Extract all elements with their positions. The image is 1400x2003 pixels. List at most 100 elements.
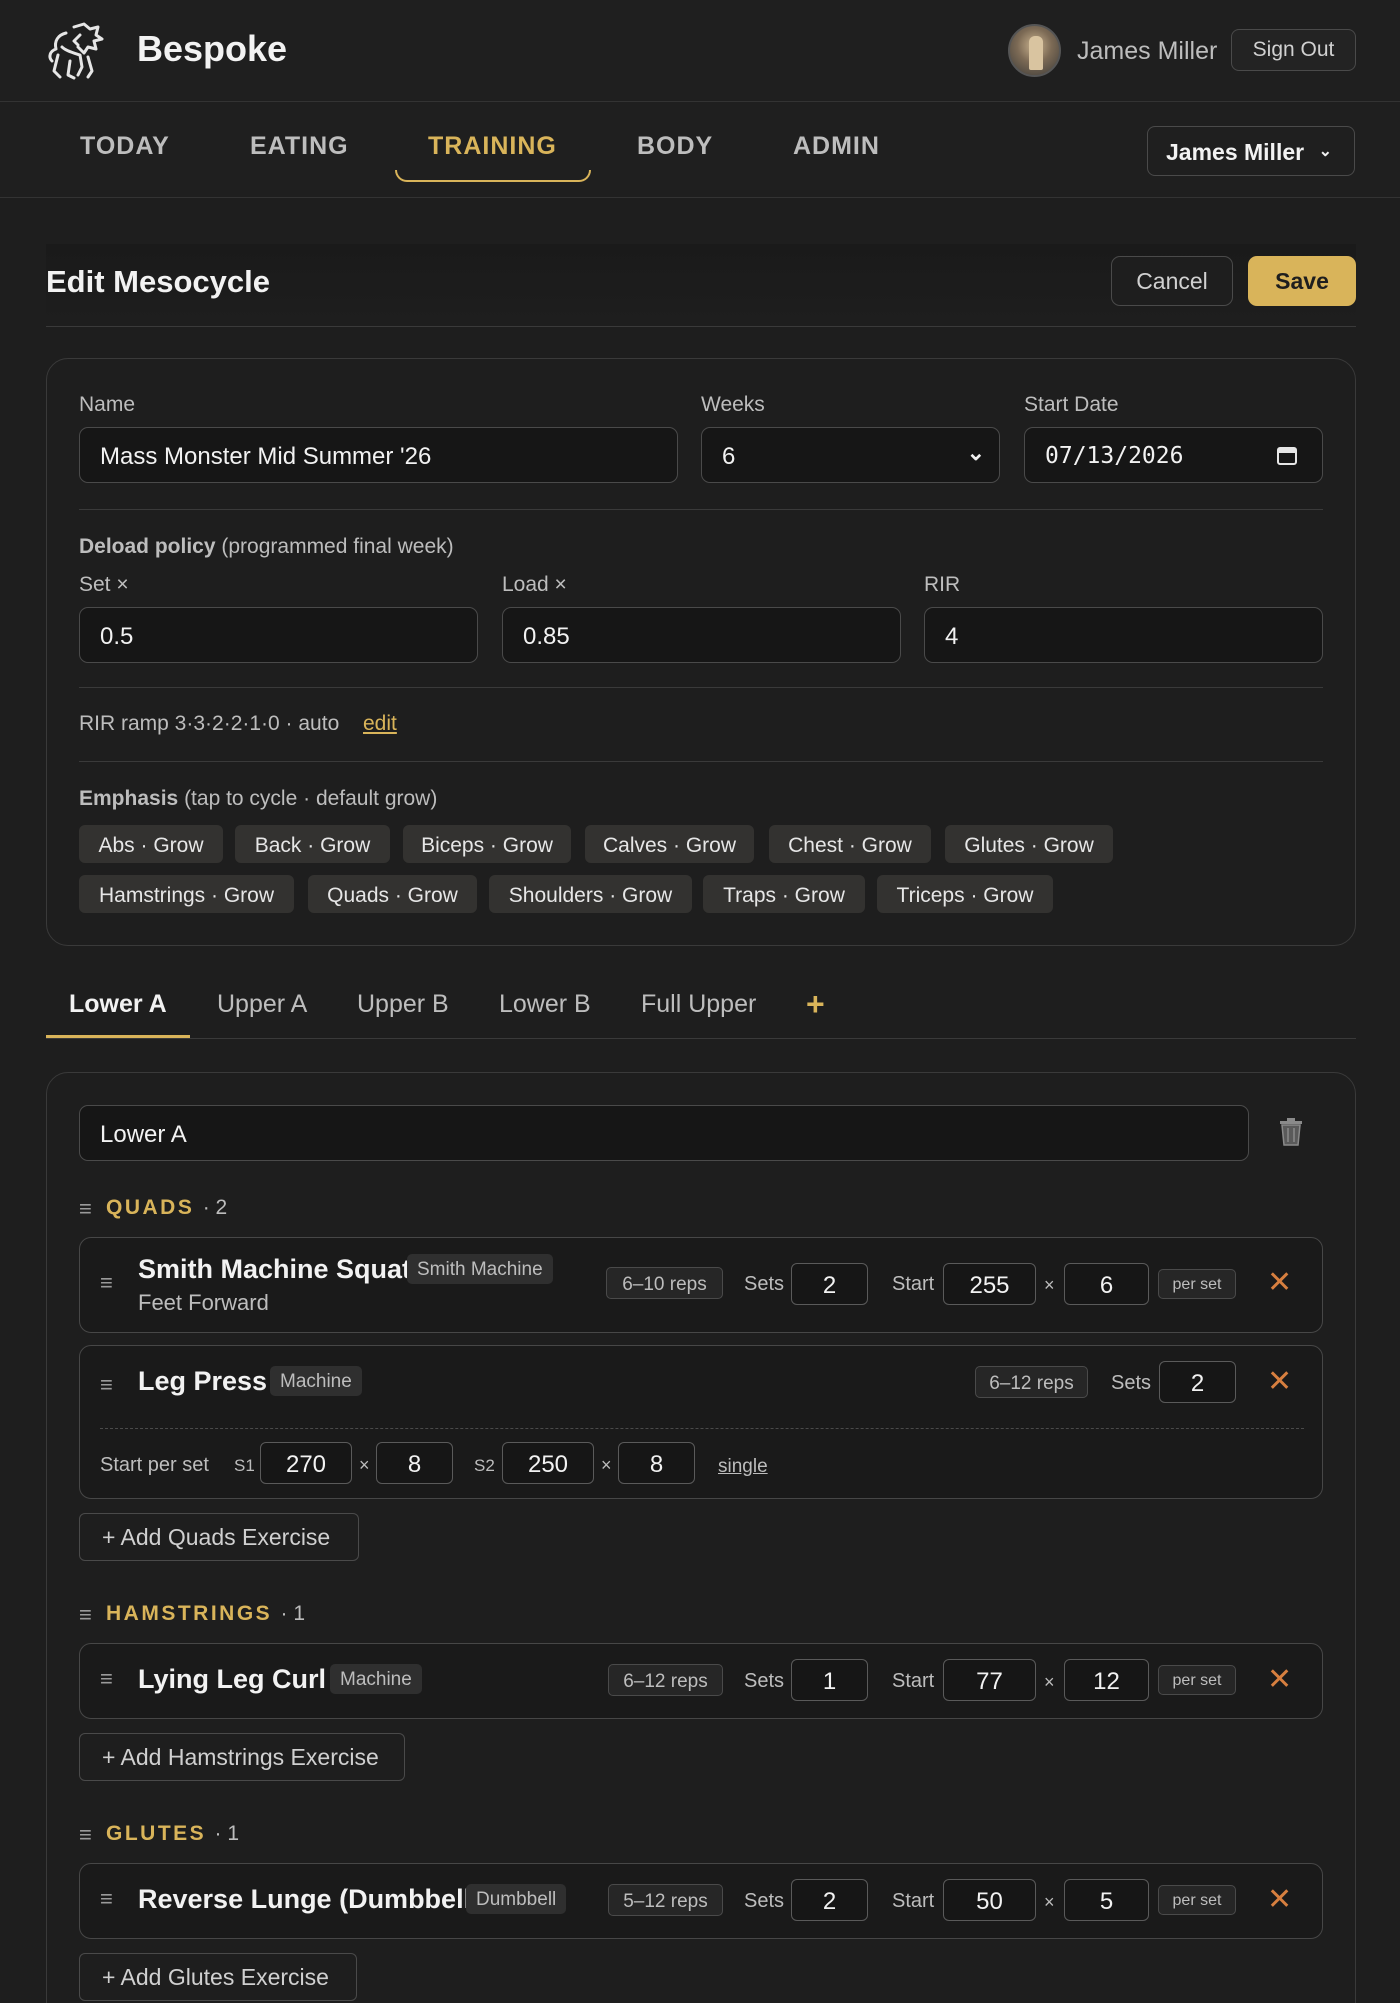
times-symbol: × (1044, 1275, 1055, 1295)
chevron-down-icon: ⌄ (966, 440, 985, 465)
tab-admin[interactable]: ADMIN (793, 132, 880, 161)
start-label: Start (892, 1273, 935, 1295)
close-icon[interactable]: ✕ (1267, 1882, 1292, 1917)
emphasis-title: Emphasis (79, 787, 179, 810)
lion-logo-icon[interactable] (44, 21, 106, 81)
emphasis-chip-chest[interactable]: Chest · Grow (769, 825, 931, 863)
emphasis-chip-hamstrings[interactable]: Hamstrings · Grow (79, 875, 294, 913)
start-reps-input[interactable]: 5 (1064, 1879, 1149, 1921)
tab-body[interactable]: BODY (637, 132, 713, 161)
sets-input[interactable]: 2 (791, 1263, 868, 1305)
user-select-dropdown[interactable]: James Miller ⌄ (1147, 126, 1355, 176)
emphasis-chip-abs[interactable]: Abs · Grow (79, 825, 223, 863)
set-2-load-input[interactable]: 250 (502, 1442, 594, 1484)
set-1-label: S1 (234, 1456, 255, 1475)
per-set-toggle[interactable]: per set (1158, 1885, 1236, 1915)
close-icon[interactable]: ✕ (1267, 1364, 1292, 1399)
emphasis-chip-calves[interactable]: Calves · Grow (585, 825, 754, 863)
rir-input[interactable]: 4 (924, 607, 1323, 663)
times-symbol: × (601, 1455, 612, 1475)
start-label: Start (892, 1890, 935, 1912)
drag-handle-icon[interactable]: ≡ (100, 1666, 113, 1692)
single-toggle-link[interactable]: single (718, 1456, 768, 1478)
weeks-value: 6 (722, 443, 736, 470)
sets-input[interactable]: 1 (791, 1659, 868, 1701)
start-load-input[interactable]: 255 (943, 1263, 1036, 1305)
per-set-toggle[interactable]: per set (1158, 1269, 1236, 1299)
deload-note: (programmed final week) (221, 535, 454, 558)
drag-handle-icon[interactable]: ≡ (79, 1822, 92, 1848)
drag-handle-icon[interactable]: ≡ (100, 1372, 113, 1398)
day-tab-lower-b[interactable]: Lower B (499, 990, 591, 1019)
rep-range-badge: 6–12 reps (608, 1664, 723, 1696)
day-tab-upper-b[interactable]: Upper B (357, 990, 449, 1019)
equipment-tag: Dumbbell (466, 1884, 567, 1914)
trash-icon[interactable] (1277, 1117, 1305, 1147)
close-icon[interactable]: ✕ (1267, 1662, 1292, 1697)
day-card: Lower A ≡ QUADS · 2 ≡ Smith Machine Squa… (46, 1072, 1356, 2003)
per-set-toggle[interactable]: per set (1158, 1665, 1236, 1695)
add-hamstrings-exercise-button[interactable]: + Add Hamstrings Exercise (79, 1733, 405, 1781)
rir-label: RIR (924, 573, 961, 596)
main-nav: TODAY EATING TRAINING BODY ADMIN James M… (0, 102, 1400, 198)
emphasis-chip-back[interactable]: Back · Grow (235, 825, 390, 863)
weeks-select[interactable]: 6 ⌄ (701, 427, 1000, 483)
save-button[interactable]: Save (1248, 256, 1356, 306)
equipment-tag: Machine (330, 1664, 422, 1694)
day-tab-lower-a[interactable]: Lower A (69, 990, 167, 1019)
exercise-row: ≡ Smith Machine Squat Smith Machine Feet… (79, 1237, 1323, 1333)
group-count: · 1 (280, 1602, 306, 1625)
emphasis-chip-glutes[interactable]: Glutes · Grow (945, 825, 1113, 863)
mesocycle-settings-card: Name Mass Monster Mid Summer '26 Weeks 6… (46, 358, 1356, 946)
emphasis-chip-traps[interactable]: Traps · Grow (703, 875, 865, 913)
tab-eating[interactable]: EATING (250, 132, 349, 161)
sets-input[interactable]: 2 (1159, 1361, 1236, 1403)
start-per-set-label: Start per set (100, 1454, 209, 1476)
page-title: Edit Mesocycle (46, 264, 270, 299)
set-1-reps-input[interactable]: 8 (376, 1442, 453, 1484)
exercise-row: ≡ Reverse Lunge (Dumbbell) Dumbbell 5–12… (79, 1863, 1323, 1939)
sets-input[interactable]: 2 (791, 1879, 868, 1921)
sets-label: Sets (1111, 1372, 1152, 1394)
times-symbol: × (1044, 1672, 1055, 1692)
sign-out-button[interactable]: Sign Out (1231, 29, 1356, 71)
drag-handle-icon[interactable]: ≡ (79, 1602, 92, 1628)
tab-today[interactable]: TODAY (80, 132, 170, 161)
start-date-input[interactable]: 07/13/2026 (1024, 427, 1323, 483)
emphasis-chip-biceps[interactable]: Biceps · Grow (403, 825, 571, 863)
emphasis-chip-shoulders[interactable]: Shoulders · Grow (489, 875, 692, 913)
set-multiplier-input[interactable]: 0.5 (79, 607, 478, 663)
calendar-icon[interactable] (1276, 444, 1298, 466)
rep-range-badge: 6–10 reps (606, 1267, 723, 1299)
drag-handle-icon[interactable]: ≡ (79, 1196, 92, 1222)
drag-handle-icon[interactable]: ≡ (100, 1886, 113, 1912)
start-load-input[interactable]: 77 (943, 1659, 1036, 1701)
add-glutes-exercise-button[interactable]: + Add Glutes Exercise (79, 1953, 357, 2001)
start-date-label: Start Date (1024, 393, 1119, 416)
name-input[interactable]: Mass Monster Mid Summer '26 (79, 427, 678, 483)
start-reps-input[interactable]: 6 (1064, 1263, 1149, 1305)
add-quads-exercise-button[interactable]: + Add Quads Exercise (79, 1513, 359, 1561)
equipment-tag: Machine (270, 1366, 362, 1396)
start-reps-input[interactable]: 12 (1064, 1659, 1149, 1701)
emphasis-chip-quads[interactable]: Quads · Grow (308, 875, 477, 913)
start-load-input[interactable]: 50 (943, 1879, 1036, 1921)
load-multiplier-input[interactable]: 0.85 (502, 607, 901, 663)
add-day-button[interactable]: + (806, 986, 825, 1023)
tab-training[interactable]: TRAINING (428, 132, 557, 161)
rir-ramp-edit-link[interactable]: edit (363, 712, 397, 736)
exercise-name: Smith Machine Squat (138, 1254, 412, 1284)
day-tab-upper-a[interactable]: Upper A (217, 990, 307, 1019)
group-heading-quads: QUADS · 2 (106, 1196, 227, 1220)
sets-label: Sets (744, 1890, 785, 1912)
day-name-input[interactable]: Lower A (79, 1105, 1249, 1161)
set-1-load-input[interactable]: 270 (260, 1442, 352, 1484)
day-tab-full-upper[interactable]: Full Upper (641, 990, 756, 1019)
deload-title: Deload policy (79, 535, 216, 558)
close-icon[interactable]: ✕ (1267, 1265, 1292, 1300)
avatar[interactable] (1008, 24, 1061, 77)
set-2-reps-input[interactable]: 8 (618, 1442, 695, 1484)
drag-handle-icon[interactable]: ≡ (100, 1270, 113, 1296)
emphasis-chip-triceps[interactable]: Triceps · Grow (877, 875, 1053, 913)
cancel-button[interactable]: Cancel (1111, 256, 1233, 306)
